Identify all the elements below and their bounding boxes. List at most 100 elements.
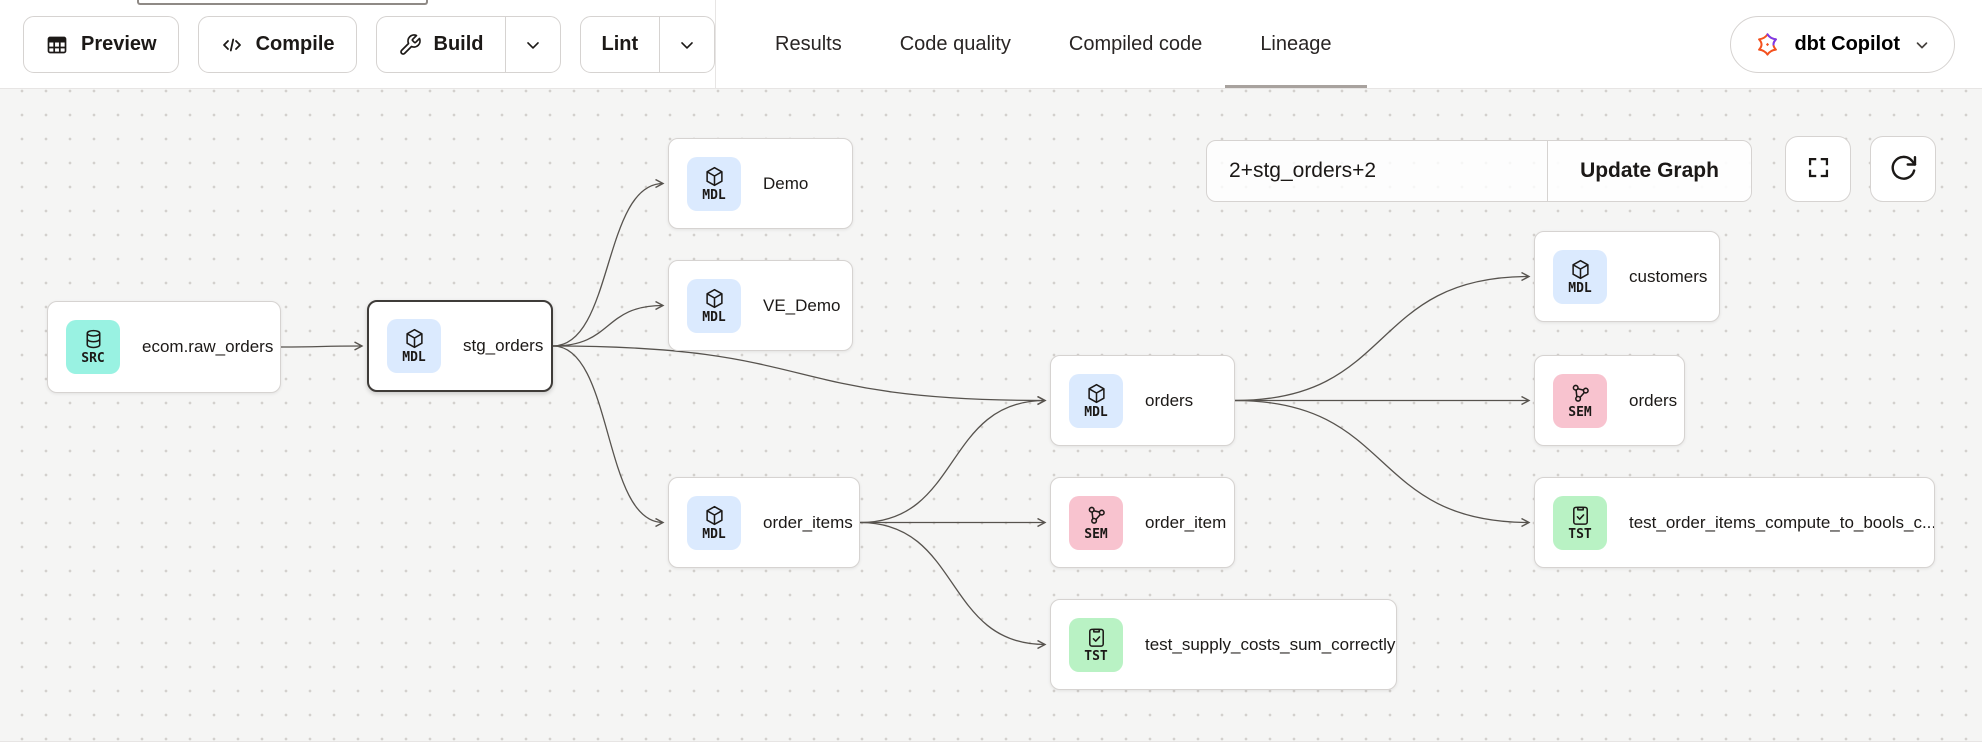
code-icon [220,33,244,57]
node-type-label: MDL [702,528,725,542]
node-label: order_item [1145,513,1226,533]
node-label: orders [1145,391,1193,411]
cube-icon [1569,258,1592,281]
refresh-button[interactable] [1870,136,1936,202]
lineage-node-orders_sem[interactable]: SEM orders [1534,355,1685,446]
chevron-down-icon [677,35,697,55]
node-type-badge: SRC [66,320,120,374]
node-label: VE_Demo [763,296,840,316]
compile-label: Compile [256,33,335,56]
tab-results[interactable]: Results [775,0,842,88]
wrench-icon [398,33,422,57]
graph-selector: Update Graph [1206,140,1752,202]
refresh-icon [1889,153,1918,185]
database-icon [82,328,105,351]
cube-icon [703,165,726,188]
bottom-strip [0,741,1982,748]
cube-icon [1085,382,1108,405]
lineage-node-order_item_sem[interactable]: SEM order_item [1050,477,1235,568]
dbt-copilot-button[interactable]: dbt Copilot [1730,16,1955,73]
node-label: ecom.raw_orders [142,337,273,357]
edge-order_items-to-test_supply [860,523,1045,645]
toolbar: Preview Compile Build [0,0,1982,89]
lint-button[interactable]: Lint [581,17,660,72]
node-label: test_order_items_compute_to_bools_c... [1629,513,1935,533]
preview-button[interactable]: Preview [23,16,179,73]
copilot-label: dbt Copilot [1794,33,1900,56]
compile-button[interactable]: Compile [198,16,357,73]
build-dropdown-button[interactable] [505,17,560,72]
edge-orders_mdl-to-customers [1235,277,1529,401]
node-type-label: SRC [81,352,104,366]
node-type-label: TST [1084,650,1107,664]
node-type-badge: TST [1553,496,1607,550]
network-icon [1569,382,1592,405]
node-type-badge: SEM [1553,374,1607,428]
node-label: customers [1629,267,1707,287]
node-label: Demo [763,174,808,194]
lint-dropdown-button[interactable] [659,17,714,72]
clipboard-check-icon [1085,626,1108,649]
lineage-node-test_supply[interactable]: TST test_supply_costs_sum_correctly [1050,599,1397,690]
node-type-badge: MDL [687,496,741,550]
node-type-badge: MDL [1069,374,1123,428]
network-icon [1085,504,1108,527]
build-button[interactable]: Build [377,17,505,72]
lineage-node-ve_demo[interactable]: MDL VE_Demo [668,260,853,351]
lineage-canvas[interactable]: SRCecom.raw_ordersMDLstg_ordersMDLDemoMD… [0,89,1982,748]
node-type-label: SEM [1568,406,1591,420]
toolbar-actions: Preview Compile Build [23,16,715,73]
chevron-down-icon [523,35,543,55]
fullscreen-button[interactable] [1785,136,1851,202]
node-type-label: TST [1568,528,1591,542]
update-graph-button[interactable]: Update Graph [1547,141,1751,201]
clipboard-check-icon [1569,504,1592,527]
edge-ecom_raw_orders-to-stg_orders [281,346,362,347]
node-type-label: SEM [1084,528,1107,542]
build-label: Build [434,33,484,56]
lint-label: Lint [602,33,639,56]
node-label: orders [1629,391,1677,411]
edge-stg_orders-to-ve_demo [553,306,663,347]
node-label: test_supply_costs_sum_correctly [1145,635,1395,655]
node-type-badge: SEM [1069,496,1123,550]
node-type-label: MDL [702,189,725,203]
node-type-label: MDL [702,311,725,325]
edge-stg_orders-to-order_items [553,346,663,523]
cube-icon [403,327,426,350]
node-label: stg_orders [463,336,543,356]
lineage-node-stg_orders[interactable]: MDL stg_orders [367,300,553,392]
edge-stg_orders-to-demo [553,184,663,347]
edge-orders_mdl-to-test_order_items [1235,401,1529,523]
lint-button-group: Lint [580,16,716,73]
tab-code-quality[interactable]: Code quality [900,0,1011,88]
node-type-badge: MDL [387,319,441,373]
edge-stg_orders-to-orders_mdl [553,346,1045,401]
selector-input[interactable] [1207,141,1547,201]
lineage-node-customers[interactable]: MDL customers [1534,231,1720,322]
preview-label: Preview [81,33,157,56]
node-type-badge: MDL [687,157,741,211]
lineage-node-orders_mdl[interactable]: MDL orders [1050,355,1235,446]
node-type-badge: MDL [1553,250,1607,304]
fullscreen-icon [1805,154,1832,184]
node-type-badge: TST [1069,618,1123,672]
build-button-group: Build [376,16,561,73]
edge-order_items-to-orders_mdl [860,401,1045,523]
node-type-label: MDL [1568,282,1591,296]
cube-icon [703,287,726,310]
tab-compiled-code[interactable]: Compiled code [1069,0,1202,88]
toolbar-divider [715,0,716,88]
tab-bar: Results Code quality Compiled code Linea… [775,0,1332,88]
chevron-down-icon [1913,36,1931,54]
lineage-node-order_items[interactable]: MDL order_items [668,477,860,568]
node-type-label: MDL [402,351,425,365]
lineage-node-demo[interactable]: MDL Demo [668,138,853,229]
lineage-node-ecom_raw_orders[interactable]: SRC ecom.raw_orders [47,301,281,393]
dbt-logo-icon [1754,31,1781,58]
editor-tab-fragment [137,0,428,5]
tab-lineage[interactable]: Lineage [1260,0,1331,88]
lineage-node-test_order_items[interactable]: TST test_order_items_compute_to_bools_c..… [1534,477,1935,568]
cube-icon [703,504,726,527]
node-label: order_items [763,513,853,533]
